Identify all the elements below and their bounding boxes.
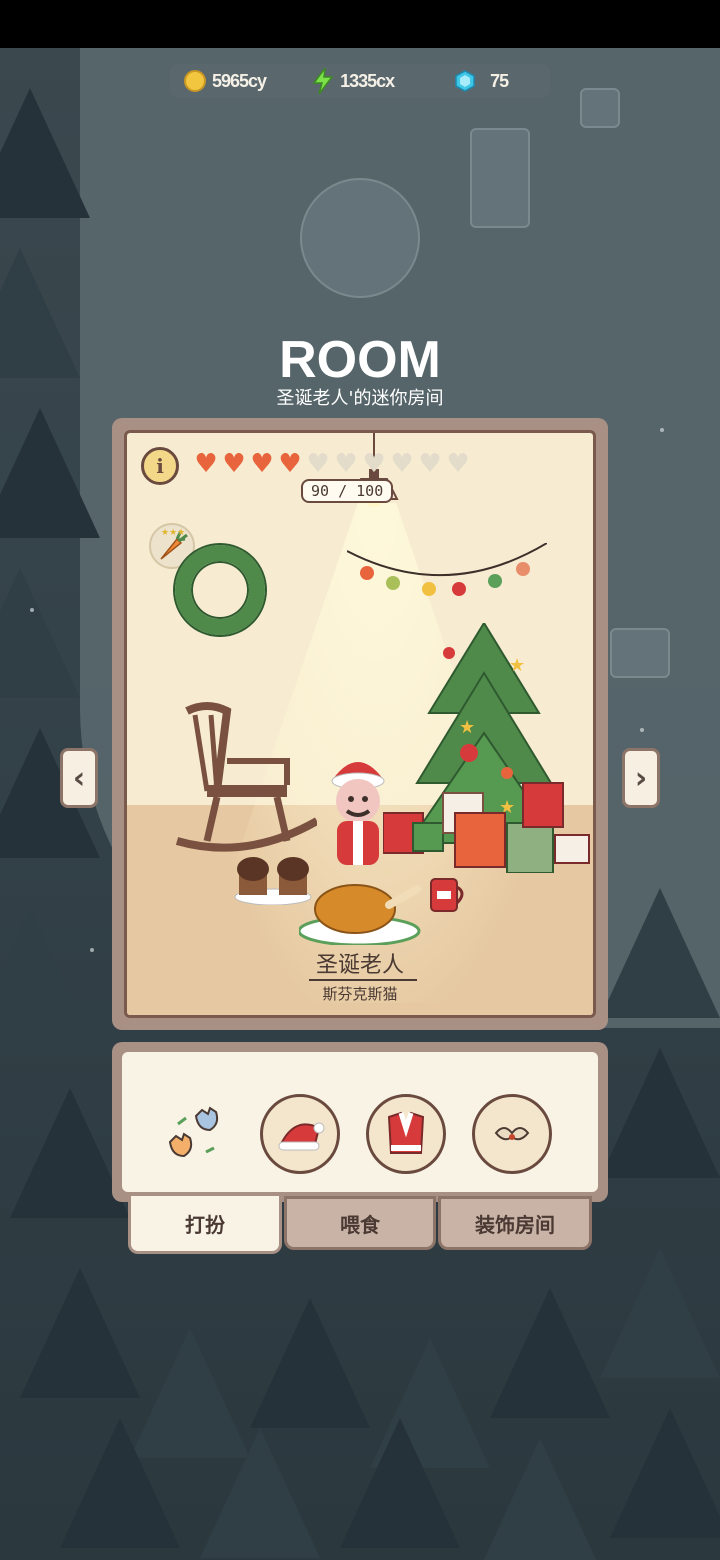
gem-counter[interactable]: 75 xyxy=(454,64,509,98)
heart-full-icon: ♥ xyxy=(278,449,302,479)
pine-tree xyxy=(600,1248,720,1378)
coin-value: 5965cy xyxy=(212,70,267,91)
tab-dress-up[interactable]: 打扮 xyxy=(128,1196,282,1254)
heart-empty-icon: ♥ xyxy=(418,449,442,479)
pine-tree xyxy=(0,568,80,698)
snowflake xyxy=(30,608,34,612)
wreath-icon xyxy=(175,545,265,635)
room-subtitle: 圣诞老人'的迷你房间 xyxy=(276,388,444,409)
room-title: ROOM xyxy=(279,331,441,389)
next-room-button[interactable]: › xyxy=(622,748,660,808)
snowflake xyxy=(90,948,94,952)
lightning-icon xyxy=(312,68,334,94)
coin-counter[interactable]: 5965cy xyxy=(184,64,267,98)
presents-icon xyxy=(383,782,590,873)
energy-counter[interactable]: 1335cx xyxy=(312,64,395,98)
tab-feed[interactable]: 喂食 xyxy=(284,1196,436,1250)
room-card: i ♥ ♥ ♥ ♥ ♥ ♥ ♥ ♥ ♥ ♥ 90 / 100 ★★★ ★ ★ ★… xyxy=(112,418,608,1030)
rocking-chair-icon xyxy=(175,702,317,852)
currency-bar: 5965cy 1335cx 75 xyxy=(170,64,550,98)
affection-hearts: ♥ ♥ ♥ ♥ ♥ ♥ ♥ ♥ ♥ ♥ xyxy=(193,451,471,477)
dress-up-panel xyxy=(112,1042,608,1202)
pine-tree xyxy=(600,888,720,1018)
dress-up-items xyxy=(122,1052,598,1192)
tab-dress-up-label: 打扮 xyxy=(185,1213,225,1237)
pet-name-underline xyxy=(309,979,417,981)
pet-name: 圣诞老人 xyxy=(315,953,404,978)
pine-tree xyxy=(480,1438,600,1560)
info-button[interactable]: i xyxy=(141,447,179,485)
pine-tree xyxy=(0,88,90,218)
heart-full-icon: ♥ xyxy=(222,449,246,479)
pine-tree xyxy=(600,1048,720,1178)
tab-decorate-room[interactable]: 装饰房间 xyxy=(438,1196,592,1250)
hat-slot-button[interactable] xyxy=(260,1094,340,1174)
mustache-icon xyxy=(494,1127,530,1141)
sign-prop xyxy=(580,88,620,128)
snowman-prop xyxy=(470,128,530,228)
heart-empty-icon: ♥ xyxy=(390,449,414,479)
heart-empty-icon: ♥ xyxy=(362,449,386,479)
pine-tree xyxy=(0,908,90,1038)
sign-prop xyxy=(610,628,670,678)
status-bar xyxy=(0,0,720,48)
roast-turkey-icon xyxy=(299,884,421,945)
santa-hat-icon xyxy=(278,1122,325,1151)
pet-breed: 斯芬克斯猫 xyxy=(322,985,398,1003)
svg-text:★: ★ xyxy=(459,717,475,738)
heart-empty-icon: ♥ xyxy=(446,449,470,479)
pine-tree xyxy=(610,1408,720,1538)
heart-empty-icon: ♥ xyxy=(334,449,358,479)
pine-tree xyxy=(340,1418,460,1548)
pine-tree xyxy=(250,1298,370,1428)
tab-feed-label: 喂食 xyxy=(340,1212,380,1237)
svg-text:★: ★ xyxy=(509,655,525,676)
heart-full-icon: ♥ xyxy=(250,449,274,479)
room-scene: i ♥ ♥ ♥ ♥ ♥ ♥ ♥ ♥ ♥ ♥ 90 / 100 ★★★ ★ ★ ★… xyxy=(124,430,596,1018)
snowflake xyxy=(660,428,664,432)
carousel-prop xyxy=(300,178,420,298)
pine-tree xyxy=(60,1418,180,1548)
snowflake xyxy=(640,728,644,732)
energy-value: 1335cx xyxy=(340,70,395,91)
gem-value: 75 xyxy=(490,70,509,91)
pine-tree xyxy=(200,1428,320,1558)
pine-tree xyxy=(0,408,100,538)
affection-count: 90 / 100 xyxy=(301,479,394,503)
gem-icon xyxy=(454,70,476,92)
heart-full-icon: ♥ xyxy=(194,449,218,479)
swap-cats-icon[interactable] xyxy=(166,1104,226,1164)
svg-text:★★★: ★★★ xyxy=(161,528,185,538)
pine-tree xyxy=(490,1288,610,1418)
string-lights-icon xyxy=(347,543,547,596)
outfit-slot-button[interactable] xyxy=(366,1094,446,1174)
accessory-slot-button[interactable] xyxy=(472,1094,552,1174)
santa-outfit-icon xyxy=(387,1111,425,1154)
heart-empty-icon: ♥ xyxy=(306,449,330,479)
chevron-left-icon: ‹ xyxy=(72,760,86,796)
coin-icon xyxy=(184,70,206,92)
tab-decorate-room-label: 装饰房间 xyxy=(475,1212,555,1237)
pine-tree xyxy=(20,1268,140,1398)
previous-room-button[interactable]: ‹ xyxy=(60,748,98,808)
mug-icon xyxy=(430,878,464,912)
chevron-right-icon: › xyxy=(634,760,648,796)
